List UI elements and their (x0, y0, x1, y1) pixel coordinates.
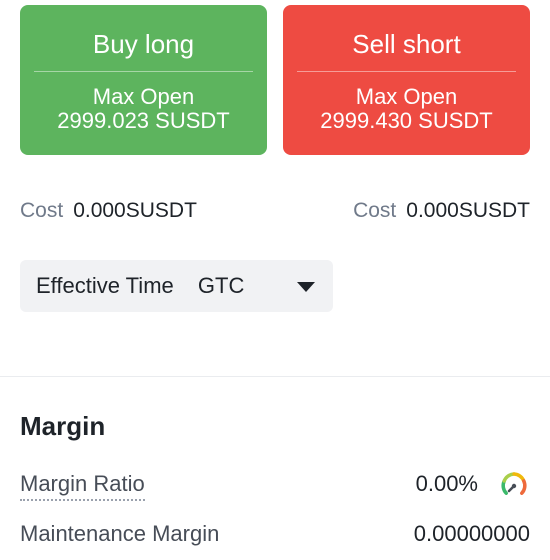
sell-cost: Cost 0.000SUSDT (353, 198, 530, 224)
buy-long-button[interactable]: Buy long Max Open 2999.023 SUSDT (20, 5, 267, 155)
section-divider (0, 376, 550, 377)
caret-down-icon (297, 282, 315, 292)
buy-long-title: Buy long (92, 29, 195, 59)
margin-ratio-value: 0.00% (415, 471, 478, 496)
gauge-icon[interactable] (500, 471, 528, 499)
effective-time-value: GTC (197, 273, 245, 298)
buy-max-open-label: Max Open (92, 84, 195, 109)
sell-cost-value: 0.000SUSDT (406, 199, 530, 222)
buy-cost-value: 0.000SUSDT (73, 199, 197, 222)
buy-max-open: Max Open 2999.023 SUSDT (20, 85, 267, 133)
margin-heading: Margin (20, 411, 106, 441)
buy-cost: Cost 0.000SUSDT (20, 198, 197, 224)
buy-cost-label: Cost (20, 199, 64, 222)
sell-cost-label: Cost (353, 199, 397, 222)
sell-max-open-label: Max Open (355, 84, 458, 109)
sell-divider (297, 71, 516, 72)
maintenance-margin-label: Maintenance Margin (20, 521, 220, 546)
margin-ratio-label[interactable]: Margin Ratio (20, 470, 145, 501)
sell-max-open: Max Open 2999.430 SUSDT (283, 85, 530, 133)
buy-divider (34, 71, 253, 72)
sell-short-title: Sell short (352, 29, 461, 59)
buy-max-open-value: 2999.023 SUSDT (57, 108, 230, 133)
sell-max-open-value: 2999.430 SUSDT (320, 108, 493, 133)
sell-short-button[interactable]: Sell short Max Open 2999.430 SUSDT (283, 5, 530, 155)
effective-time-select[interactable]: Effective Time GTC (20, 260, 333, 312)
maintenance-margin-value: 0.00000000 (413, 521, 530, 546)
effective-time-label: Effective Time (36, 273, 174, 298)
